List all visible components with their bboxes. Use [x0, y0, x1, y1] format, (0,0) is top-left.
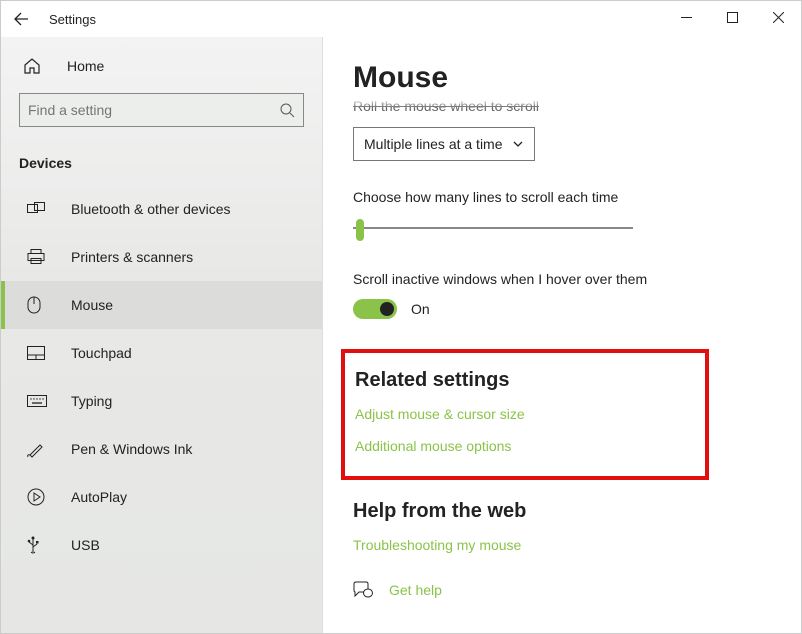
- sidebar-item-printers[interactable]: Printers & scanners: [1, 233, 322, 281]
- keyboard-icon: [27, 395, 51, 407]
- sidebar-item-label: Touchpad: [71, 345, 132, 361]
- search-box[interactable]: [19, 93, 304, 127]
- home-icon: [23, 57, 47, 75]
- sidebar: Home Devices Bluetooth & other devices P…: [1, 37, 323, 633]
- sidebar-item-label: Mouse: [71, 297, 113, 313]
- hover-scroll-toggle[interactable]: [353, 299, 397, 319]
- get-help-icon: [353, 581, 375, 599]
- toggle-state-label: On: [411, 301, 430, 317]
- lines-slider[interactable]: [353, 217, 633, 241]
- printer-icon: [27, 249, 51, 265]
- title-bar: Settings: [1, 1, 801, 37]
- sidebar-item-label: Bluetooth & other devices: [71, 201, 231, 217]
- sidebar-item-autoplay[interactable]: AutoPlay: [1, 473, 322, 521]
- related-settings-heading: Related settings: [355, 369, 695, 392]
- lines-to-scroll-label: Choose how many lines to scroll each tim…: [353, 189, 801, 205]
- nav-list: Bluetooth & other devices Printers & sca…: [1, 185, 322, 569]
- sidebar-item-bluetooth[interactable]: Bluetooth & other devices: [1, 185, 322, 233]
- touchpad-icon: [27, 346, 51, 360]
- window-title: Settings: [49, 12, 96, 27]
- minimize-button[interactable]: [663, 1, 709, 33]
- autoplay-icon: [27, 488, 51, 506]
- sidebar-item-pen[interactable]: Pen & Windows Ink: [1, 425, 322, 473]
- sidebar-item-label: Typing: [71, 393, 112, 409]
- slider-thumb[interactable]: [356, 219, 364, 241]
- sidebar-item-typing[interactable]: Typing: [1, 377, 322, 425]
- sidebar-item-usb[interactable]: USB: [1, 521, 322, 569]
- pen-icon: [27, 440, 51, 458]
- search-input[interactable]: [28, 102, 279, 118]
- sidebar-item-mouse[interactable]: Mouse: [1, 281, 322, 329]
- window-controls: [663, 1, 801, 33]
- maximize-icon: [727, 12, 738, 23]
- chevron-down-icon: [512, 138, 524, 150]
- home-label: Home: [67, 58, 104, 74]
- get-help-label[interactable]: Get help: [389, 582, 442, 598]
- close-button[interactable]: [755, 1, 801, 33]
- scroll-mode-dropdown[interactable]: Multiple lines at a time: [353, 127, 535, 161]
- search-icon: [279, 102, 295, 118]
- section-header-devices: Devices: [1, 147, 322, 185]
- link-troubleshoot-mouse[interactable]: Troubleshooting my mouse: [353, 537, 801, 553]
- sidebar-item-label: Pen & Windows Ink: [71, 441, 192, 457]
- sidebar-item-label: USB: [71, 537, 100, 553]
- help-from-web-section: Help from the web Troubleshooting my mou…: [353, 500, 801, 553]
- related-settings-highlight: Related settings Adjust mouse & cursor s…: [341, 349, 709, 480]
- minimize-icon: [681, 12, 692, 23]
- bluetooth-devices-icon: [27, 202, 51, 216]
- sidebar-item-label: Printers & scanners: [71, 249, 193, 265]
- back-button[interactable]: [1, 1, 41, 37]
- close-icon: [773, 12, 784, 23]
- help-heading: Help from the web: [353, 500, 801, 523]
- get-help-row[interactable]: Get help: [353, 581, 801, 599]
- sidebar-item-label: AutoPlay: [71, 489, 127, 505]
- mouse-icon: [27, 296, 51, 314]
- home-nav[interactable]: Home: [1, 37, 322, 93]
- dropdown-selected-value: Multiple lines at a time: [364, 136, 503, 152]
- link-adjust-cursor-size[interactable]: Adjust mouse & cursor size: [355, 406, 695, 422]
- sidebar-item-touchpad[interactable]: Touchpad: [1, 329, 322, 377]
- main-content: Mouse Roll the mouse wheel to scroll Mul…: [323, 37, 801, 633]
- scroll-setting-label: Roll the mouse wheel to scroll: [353, 98, 801, 114]
- maximize-button[interactable]: [709, 1, 755, 33]
- back-arrow-icon: [13, 11, 29, 27]
- link-additional-mouse-options[interactable]: Additional mouse options: [355, 438, 695, 454]
- hover-scroll-label: Scroll inactive windows when I hover ove…: [353, 271, 801, 287]
- toggle-knob: [380, 302, 394, 316]
- slider-track: [353, 227, 633, 229]
- usb-icon: [27, 536, 51, 554]
- page-title: Mouse: [353, 61, 801, 95]
